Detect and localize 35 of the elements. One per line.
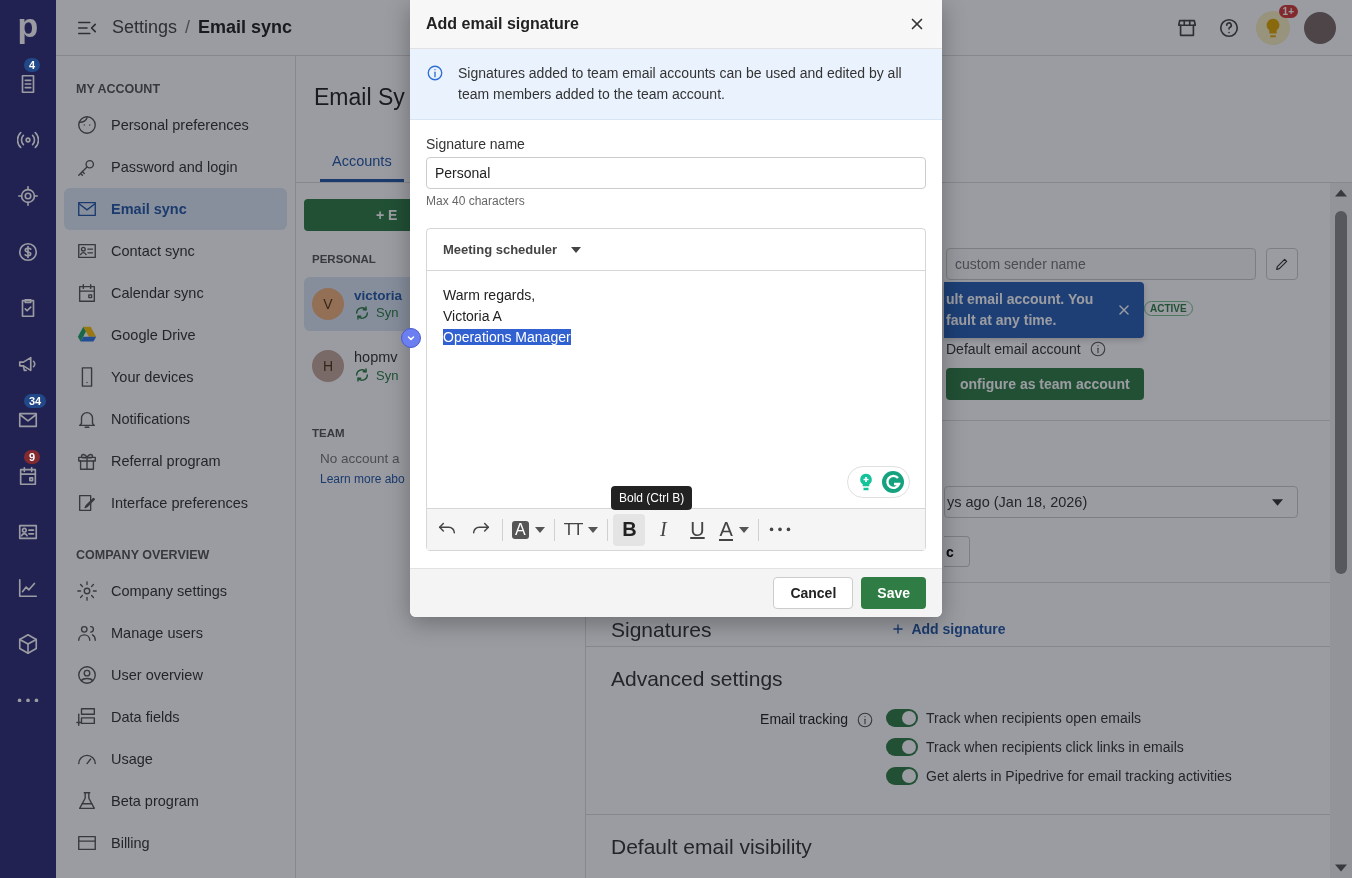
page-heading: Email Sy [314,84,405,111]
empty-text: No account a [319,451,401,468]
section-heading: Signatures [611,618,712,642]
count-badge: 4 [24,58,41,72]
group-heading: PERSONAL [311,252,377,267]
field-label: Signature name [426,136,526,152]
breadcrumb-separator: / [185,17,191,38]
sync-status: Syn [376,367,399,383]
signature-line: Victoria A [443,308,502,324]
setting-label: Email tracking [760,711,848,727]
count-badge: 9 [24,450,41,464]
toast-text: fault at any time. [946,311,1058,330]
section-heading: MY ACCOUNT [75,81,162,98]
default-account-label: Default email account [946,341,1081,357]
account-name: hopmv [354,349,399,365]
count-badge: 34 [24,394,47,408]
signature-line: Warm regards, [443,287,536,303]
tooltip: Bold (Ctrl B) [611,486,693,510]
toggle-label: Track when recipients click links in emails [926,738,1184,755]
toggle-label: Track when recipients open emails [926,709,1142,726]
account-avatar: V [312,288,344,320]
toast-text: ult email account. You [946,290,1094,309]
group-heading: TEAM [311,426,346,441]
account-name: victoria [354,287,403,303]
account-avatar: H [312,350,344,382]
toggle-label: Get alerts in Pipedrive for email tracking activities [926,767,1232,784]
notification-badge: 1+ [1278,4,1298,18]
section-heading: Default email visibility [611,835,812,858]
page-title: Email sync [198,17,293,38]
dialog-title: Add email signature [426,15,579,33]
info-text: Signatures added to team email accounts can be used and edited by all team members added to the team account. [458,64,903,104]
section-heading: COMPANY OVERVIEW [75,547,211,564]
section-heading: Advanced settings [611,667,783,690]
sync-status: Syn [376,305,399,320]
helper-text: Max 40 characters [426,194,526,208]
